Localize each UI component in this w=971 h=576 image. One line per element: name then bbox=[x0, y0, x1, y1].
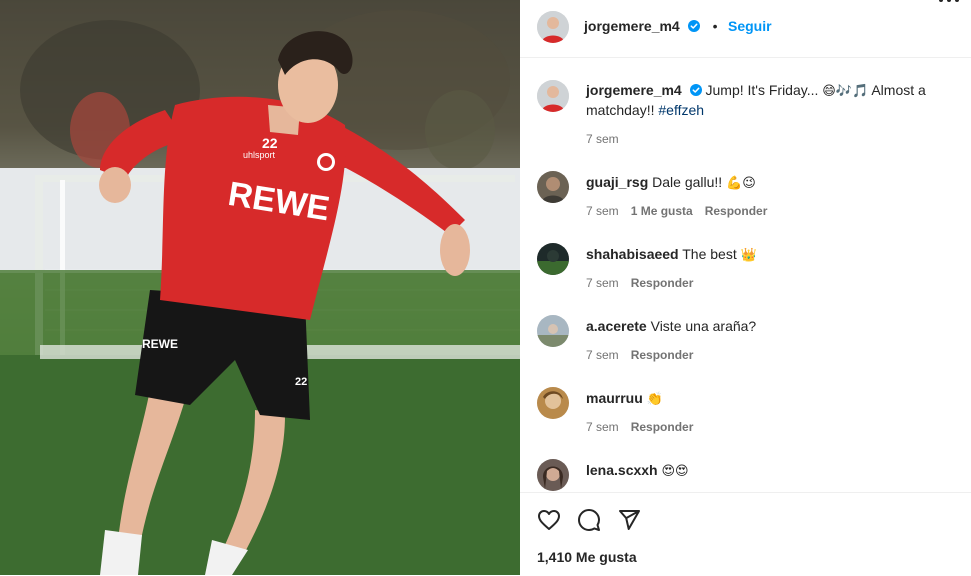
jersey-brand: uhlsport bbox=[243, 150, 276, 160]
comment-emoji: 👏 bbox=[646, 392, 663, 407]
commenter-avatar-image bbox=[537, 315, 569, 347]
comment-text: maurruu 👏 bbox=[586, 389, 946, 409]
send-icon[interactable] bbox=[617, 508, 641, 532]
commenter-avatar[interactable] bbox=[537, 171, 569, 203]
post-actions: 1,410 Me gusta bbox=[520, 492, 971, 576]
comment-text: shahabisaeed The best 👑 bbox=[586, 245, 946, 265]
comment-username[interactable]: maurruu bbox=[586, 390, 643, 406]
commenter-avatar[interactable] bbox=[537, 243, 569, 275]
more-options-icon[interactable] bbox=[937, 0, 961, 6]
verified-badge-icon bbox=[688, 20, 701, 32]
post-photo[interactable]: REWE 22 22 uhlsport REWE bbox=[0, 0, 520, 575]
shorts-number: 22 bbox=[295, 376, 307, 388]
comment-like-count[interactable]: 1 Me gusta bbox=[631, 204, 693, 218]
commenter-avatar-image bbox=[537, 171, 569, 203]
commenter-avatar[interactable] bbox=[537, 459, 569, 491]
commenter-avatar-image bbox=[537, 243, 569, 275]
reply-button[interactable]: Responder bbox=[631, 348, 694, 362]
caption-meta: 7 sem bbox=[586, 132, 631, 146]
comment-meta: 7 sem Responder bbox=[586, 420, 705, 434]
caption-body: Jump! It's Friday... bbox=[705, 82, 823, 98]
comment-username[interactable]: a.acerete bbox=[586, 318, 647, 334]
caption-text: jorgemere_m4 Jump! It's Friday... 😄🎶🎵 Al… bbox=[586, 81, 946, 119]
comment-username[interactable]: shahabisaeed bbox=[586, 246, 679, 262]
comment-emoji: 💪😉 bbox=[726, 176, 756, 191]
caption-timestamp[interactable]: 7 sem bbox=[586, 132, 619, 146]
comment-emoji: 👑 bbox=[740, 248, 757, 263]
comment-meta: 7 sem 1 Me gusta Responder bbox=[586, 204, 779, 218]
shorts-sponsor: REWE bbox=[142, 337, 178, 351]
comments-list[interactable]: jorgemere_m4 Jump! It's Friday... 😄🎶🎵 Al… bbox=[520, 57, 971, 492]
comment-username[interactable]: guaji_rsg bbox=[586, 174, 648, 190]
author-avatar-image bbox=[537, 11, 569, 43]
caption-hashtag[interactable]: #effzeh bbox=[658, 102, 704, 118]
comment-meta: 7 sem Responder bbox=[586, 348, 705, 362]
post-photo-illustration: REWE 22 22 uhlsport REWE bbox=[0, 0, 520, 575]
heart-icon[interactable] bbox=[537, 508, 561, 532]
comment-text: lena.scxxh 😍😍 bbox=[586, 461, 946, 481]
caption-emoji: 😄🎶🎵 bbox=[822, 84, 869, 99]
verified-badge-icon bbox=[689, 84, 702, 96]
comment-icon[interactable] bbox=[577, 508, 601, 532]
follow-button[interactable]: Seguir bbox=[728, 18, 772, 34]
caption-author-avatar[interactable] bbox=[537, 80, 569, 112]
commenter-avatar[interactable] bbox=[537, 315, 569, 347]
post-header: jorgemere_m4 • Seguir bbox=[520, 0, 971, 58]
header-title-row: jorgemere_m4 • Seguir bbox=[584, 18, 772, 36]
like-count[interactable]: 1,410 Me gusta bbox=[537, 549, 637, 565]
reply-button[interactable]: Responder bbox=[631, 420, 694, 434]
reply-button[interactable]: Responder bbox=[705, 204, 768, 218]
comment-body: The best bbox=[682, 246, 741, 262]
comment-text: guaji_rsg Dale gallu!! 💪😉 bbox=[586, 173, 946, 193]
header-separator: • bbox=[712, 18, 718, 34]
comment-body: Dale gallu!! bbox=[652, 174, 727, 190]
comment-timestamp[interactable]: 7 sem bbox=[586, 204, 619, 218]
comment-timestamp[interactable]: 7 sem bbox=[586, 420, 619, 434]
author-username[interactable]: jorgemere_m4 bbox=[584, 18, 680, 34]
comment-emoji: 😍😍 bbox=[661, 464, 689, 479]
caption-username[interactable]: jorgemere_m4 bbox=[586, 82, 682, 98]
post-side-panel: jorgemere_m4 • Seguir jorgemere_m4 Jump!… bbox=[520, 0, 971, 575]
reply-button[interactable]: Responder bbox=[631, 276, 694, 290]
caption-avatar-image bbox=[537, 80, 569, 112]
commenter-avatar[interactable] bbox=[537, 387, 569, 419]
comment-body: Viste una araña? bbox=[650, 318, 757, 334]
comment-timestamp[interactable]: 7 sem bbox=[586, 276, 619, 290]
comment-text: a.acerete Viste una araña? bbox=[586, 317, 946, 335]
jersey-number: 22 bbox=[262, 135, 278, 151]
commenter-avatar-image bbox=[537, 387, 569, 419]
comment-meta: 7 sem Responder bbox=[586, 276, 705, 290]
commenter-avatar-image bbox=[537, 459, 569, 491]
comment-username[interactable]: lena.scxxh bbox=[586, 462, 658, 478]
author-avatar[interactable] bbox=[537, 11, 569, 43]
comment-timestamp[interactable]: 7 sem bbox=[586, 348, 619, 362]
